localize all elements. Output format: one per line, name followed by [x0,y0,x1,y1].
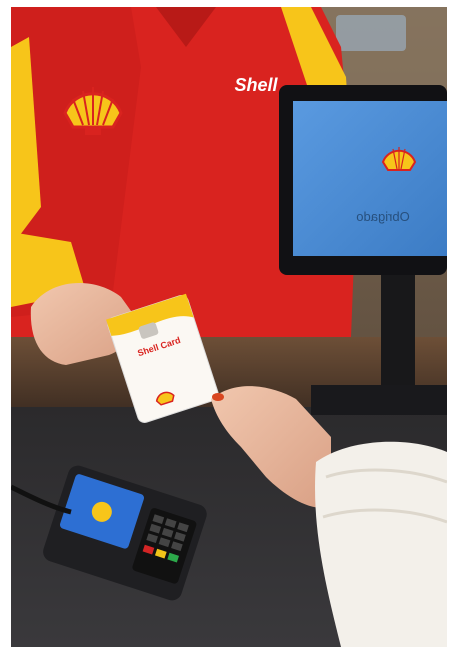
shirt-logo-text: Shell [234,75,278,95]
customer-sweater [315,441,447,647]
nail-polish [212,393,224,401]
monitor-screen [293,101,447,256]
monitor-text: Obrigado [356,209,409,224]
photo-scene: Shell Obrigado Shell Card [11,7,447,647]
